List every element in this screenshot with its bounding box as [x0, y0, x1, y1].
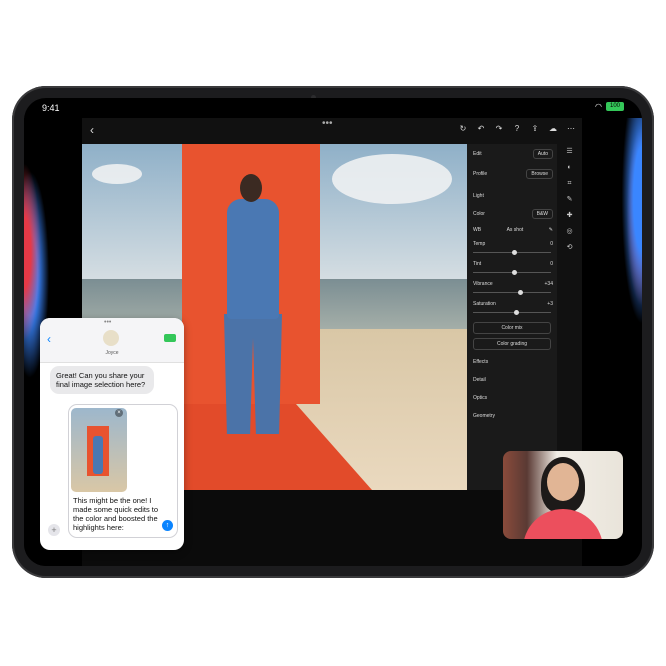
toolbar-icons: ↻ ↶ ↷ ? ⇪ ☁ ⋯ [458, 124, 576, 133]
vibrance-value: +34 [544, 281, 553, 287]
wb-label: WB [473, 227, 482, 233]
received-message: Great! Can you share your final image se… [50, 366, 154, 394]
section-geometry[interactable]: Geometry [473, 410, 553, 422]
messages-header: ••• ‹ Joyce [40, 318, 184, 363]
saturation-row: Saturation +3 [473, 298, 553, 310]
brush-icon[interactable]: ✎ [557, 192, 582, 208]
thumb-model [93, 436, 103, 474]
edit-label: Edit [473, 151, 482, 157]
send-button[interactable]: ↑ [162, 520, 173, 531]
temp-value: 0 [550, 241, 553, 247]
browse-button[interactable]: Browse [526, 169, 553, 179]
vibrance-label: Vibrance [473, 281, 493, 287]
cloud-icon[interactable]: ☁ [548, 124, 558, 133]
section-geometry-label: Geometry [473, 413, 495, 419]
section-detail-label: Detail [473, 377, 486, 383]
wifi-icon: ◠ [595, 102, 602, 111]
temp-label: Temp [473, 241, 486, 247]
section-color[interactable]: Color B&W [473, 208, 553, 220]
contact-name: Joyce [105, 350, 119, 356]
tint-slider[interactable] [473, 270, 551, 275]
status-bar: 9:41 ◠ 100 [24, 98, 642, 118]
color-grading-button[interactable]: Color grading [473, 338, 551, 350]
model-body [227, 199, 279, 319]
tint-label: Tint [473, 261, 482, 267]
video-call-icon[interactable] [164, 334, 176, 342]
compose-text[interactable]: This might be the one! I made some quick… [73, 496, 169, 532]
saturation-value: +3 [547, 301, 553, 307]
wb-value[interactable]: As shot [507, 227, 524, 233]
share-icon[interactable]: ⇪ [530, 124, 540, 133]
temp-slider[interactable] [473, 250, 551, 255]
heal-icon[interactable]: ✚ [557, 208, 582, 224]
facetime-person-shirt [523, 509, 603, 539]
multitask-handle[interactable]: ••• [322, 118, 333, 129]
redo-icon[interactable]: ↷ [494, 124, 504, 133]
saturation-slider[interactable] [473, 310, 551, 315]
status-icons: ◠ 100 [595, 102, 624, 111]
tool-rail: ☰ ◐ ⌗ ✎ ✚ ◎ ⟲ [557, 144, 582, 490]
cloud-sync-icon[interactable]: ↻ [458, 124, 468, 133]
help-icon[interactable]: ? [512, 124, 522, 133]
section-effects[interactable]: Effects [473, 356, 553, 368]
add-attachment-button[interactable]: + [48, 524, 60, 536]
facetime-pip[interactable] [503, 451, 623, 539]
vibrance-slider[interactable] [473, 290, 551, 295]
slide-over-handle[interactable]: ••• [104, 319, 111, 326]
edit-header: Edit Auto [473, 148, 553, 160]
model-head [240, 174, 262, 202]
undo-icon[interactable]: ↶ [476, 124, 486, 133]
history-icon[interactable]: ⟲ [557, 240, 582, 256]
cloud-shape [92, 164, 142, 184]
section-light[interactable]: Light [473, 190, 553, 202]
section-optics-label: Optics [473, 395, 488, 401]
battery-icon: 100 [606, 102, 624, 111]
back-icon[interactable]: ‹ [47, 332, 51, 346]
edit-sliders-icon[interactable]: ☰ [557, 144, 582, 160]
messages-slide-over: ••• ‹ Joyce Great! Can you share your fi… [40, 318, 184, 550]
status-time: 9:41 [42, 103, 60, 113]
crop-icon[interactable]: ⌗ [557, 176, 582, 192]
tint-value: 0 [550, 261, 553, 267]
compose-field[interactable]: × This might be the one! I made some qui… [68, 404, 178, 538]
facetime-person-face [547, 463, 579, 501]
section-effects-label: Effects [473, 359, 489, 365]
edit-panel: Edit Auto Profile Browse Light Color B&W… [467, 144, 557, 490]
color-mix-button[interactable]: Color mix [473, 322, 551, 334]
section-detail[interactable]: Detail [473, 374, 553, 386]
section-light-label: Light [473, 193, 484, 199]
remove-attachment-icon[interactable]: × [115, 409, 123, 417]
avatar[interactable] [103, 330, 119, 346]
cloud-shape [332, 154, 452, 204]
back-icon[interactable]: ‹ [90, 123, 94, 137]
wb-row: WB As shot ✎ [473, 224, 553, 236]
auto-button[interactable]: Auto [532, 149, 553, 159]
saturation-label: Saturation [473, 301, 496, 307]
editor-toolbar: ‹ ••• ↻ ↶ ↷ ? ⇪ ☁ ⋯ [82, 118, 582, 144]
tint-row: Tint 0 [473, 258, 553, 270]
bw-button[interactable]: B&W [531, 209, 553, 219]
profile-row: Profile Browse [473, 168, 553, 180]
presets-icon[interactable]: ◐ [557, 160, 582, 176]
section-color-label: Color [473, 211, 485, 217]
attached-photo[interactable] [71, 408, 127, 492]
vibrance-row: Vibrance +34 [473, 278, 553, 290]
section-optics[interactable]: Optics [473, 392, 553, 404]
eyedropper-icon[interactable]: ✎ [549, 227, 553, 233]
mask-icon[interactable]: ◎ [557, 224, 582, 240]
more-icon[interactable]: ⋯ [566, 124, 576, 133]
temp-row: Temp 0 [473, 238, 553, 250]
profile-label: Profile [473, 171, 488, 177]
